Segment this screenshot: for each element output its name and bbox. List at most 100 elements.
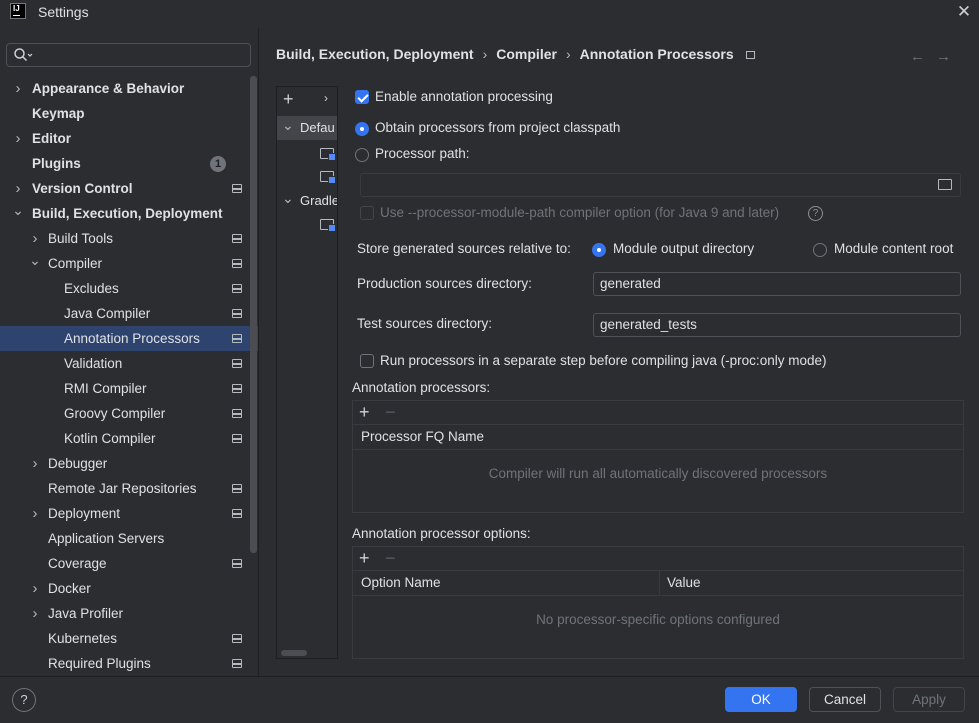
more-actions-icon[interactable]: › (324, 91, 328, 105)
divider (0, 676, 979, 677)
production-sources-field[interactable]: generated (593, 272, 961, 296)
sidebar-item[interactable]: › Debugger (0, 451, 258, 476)
add-option-icon[interactable]: + (359, 547, 370, 569)
obtain-from-classpath-label[interactable]: Obtain processors from project classpath (375, 120, 620, 135)
sidebar-item[interactable]: › Java Profiler (0, 601, 258, 626)
project-level-icon (232, 434, 242, 443)
settings-tree: › Appearance & Behavior Keymap › Editor Plugi… (0, 76, 258, 676)
search-input[interactable] (6, 43, 251, 67)
separate-step-checkbox[interactable] (360, 354, 374, 368)
enable-annotation-processing-label[interactable]: Enable annotation processing (375, 89, 553, 104)
add-profile-icon[interactable]: + (283, 89, 294, 110)
apply-button[interactable]: Apply (893, 687, 965, 712)
breadcrumb-separator: › (482, 46, 488, 62)
help-icon[interactable]: ? (808, 206, 823, 221)
sidebar-item[interactable]: › Version Control (0, 176, 258, 201)
project-level-icon (232, 309, 242, 318)
column-value[interactable]: Value (667, 571, 701, 595)
project-level-icon (232, 384, 242, 393)
module-folder-icon (320, 219, 336, 232)
column-option-name[interactable]: Option Name (361, 571, 441, 595)
forward-arrow-icon[interactable]: → (936, 48, 951, 65)
chevron-right-icon[interactable]: › (29, 576, 41, 601)
search-icon[interactable] (13, 47, 33, 63)
sidebar-item[interactable]: Validation (0, 351, 258, 376)
close-icon[interactable]: ✕ (954, 2, 974, 22)
project-level-icon (232, 484, 242, 493)
profile-module[interactable] (277, 142, 337, 166)
sidebar-item[interactable]: › Editor (0, 126, 258, 151)
profile-group[interactable]: ⌄ Gradle (277, 189, 337, 213)
cancel-button[interactable]: Cancel (809, 687, 881, 712)
breadcrumb: Build, Execution, Deployment › Compiler › An… (276, 46, 755, 66)
sidebar-item[interactable]: Coverage (0, 551, 258, 576)
profile-group[interactable]: ⌄ Defau (277, 116, 337, 140)
sidebar-item[interactable]: › Docker (0, 576, 258, 601)
sidebar-item[interactable]: Kotlin Compiler (0, 426, 258, 451)
sidebar-item[interactable]: ⌄ Compiler (0, 251, 258, 276)
sidebar-item[interactable]: Required Plugins (0, 651, 258, 676)
sidebar-item[interactable]: Keymap (0, 101, 258, 126)
processor-path-field[interactable] (360, 173, 961, 197)
chevron-right-icon[interactable]: › (29, 226, 41, 251)
column-processor-fq-name[interactable]: Processor FQ Name (361, 425, 484, 449)
ok-button[interactable]: OK (725, 687, 797, 712)
breadcrumb-compiler: Compiler (496, 46, 557, 62)
remove-option-icon[interactable]: − (385, 547, 396, 569)
chevron-down-icon[interactable]: ⌄ (282, 189, 294, 207)
module-content-root-label[interactable]: Module content root (834, 241, 953, 256)
processor-path-label[interactable]: Processor path: (375, 146, 470, 161)
empty-table-text: No processor-specific options configured (536, 612, 780, 627)
sidebar-item[interactable]: Application Servers (0, 526, 258, 551)
sidebar-item[interactable]: Remote Jar Repositories (0, 476, 258, 501)
back-arrow-icon[interactable]: ← (910, 48, 925, 65)
separate-step-label[interactable]: Run processors in a separate step before… (380, 353, 826, 368)
sidebar-item[interactable]: RMI Compiler (0, 376, 258, 401)
chevron-down-icon[interactable]: ⌄ (29, 251, 41, 276)
add-processor-icon[interactable]: + (359, 401, 370, 423)
chevron-down-icon[interactable]: ⌄ (282, 116, 294, 134)
test-sources-field[interactable]: generated_tests (593, 313, 961, 337)
profiles-scrollbar[interactable] (281, 650, 307, 656)
chevron-right-icon[interactable]: › (12, 76, 24, 101)
sidebar-item[interactable]: Java Compiler (0, 301, 258, 326)
chevron-down-icon[interactable]: ⌄ (12, 201, 24, 226)
sidebar-scrollbar[interactable] (250, 76, 257, 553)
chevron-right-icon[interactable]: › (12, 126, 24, 151)
obtain-from-classpath-radio[interactable] (355, 122, 369, 136)
sidebar-item[interactable]: › Appearance & Behavior (0, 76, 258, 101)
profile-module[interactable] (277, 165, 337, 189)
chevron-right-icon[interactable]: › (29, 601, 41, 626)
sidebar-item[interactable]: Annotation Processors (0, 326, 258, 351)
table-toolbar: + − (353, 547, 963, 571)
empty-table-text: Compiler will run all automatically disc… (488, 466, 828, 481)
processor-path-radio[interactable] (355, 148, 369, 162)
sidebar-item[interactable]: Kubernetes (0, 626, 258, 651)
module-content-root-radio[interactable] (813, 243, 827, 257)
chevron-right-icon[interactable]: › (29, 501, 41, 526)
annotation-processors-table: + − Processor FQ Name Compiler will run … (352, 400, 964, 513)
sidebar-item-label: Compiler (48, 256, 103, 271)
project-level-icon (232, 234, 242, 243)
sidebar-item[interactable]: Excludes (0, 276, 258, 301)
sidebar-item[interactable]: Plugins 1 (0, 151, 258, 176)
sidebar-item[interactable]: › Build Tools (0, 226, 258, 251)
intellij-logo-icon: IJ (10, 3, 26, 19)
enable-annotation-processing-checkbox[interactable] (355, 90, 369, 104)
chevron-right-icon[interactable]: › (29, 451, 41, 476)
profile-module[interactable] (277, 213, 337, 237)
sidebar-item[interactable]: Groovy Compiler (0, 401, 258, 426)
sidebar-item[interactable]: ⌄ Build, Execution, Deployment (0, 201, 258, 226)
browse-folder-icon[interactable] (938, 179, 952, 190)
module-folder-icon (320, 171, 336, 184)
chevron-right-icon[interactable]: › (12, 176, 24, 201)
module-output-directory-radio[interactable] (592, 243, 606, 257)
module-output-directory-label[interactable]: Module output directory (613, 241, 754, 256)
remove-processor-icon[interactable]: − (385, 401, 396, 423)
help-button[interactable]: ? (12, 688, 36, 712)
divider (258, 28, 259, 676)
logo-text: IJ (13, 4, 20, 13)
processor-module-path-checkbox[interactable] (360, 206, 374, 220)
sidebar-item[interactable]: › Deployment (0, 501, 258, 526)
sidebar-item-label: Build, Execution, Deployment (32, 206, 223, 221)
